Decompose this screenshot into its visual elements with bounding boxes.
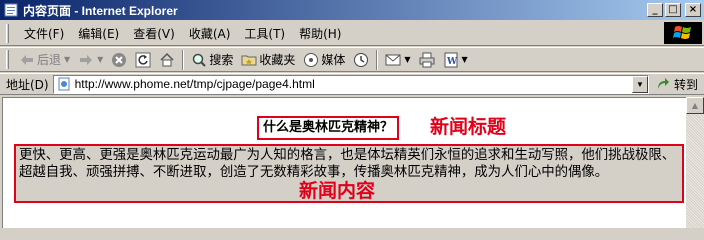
word-document-icon: W [443, 52, 459, 68]
mail-button[interactable]: ▼ [381, 49, 414, 71]
history-icon [353, 52, 369, 68]
page-icon [3, 2, 19, 18]
chevron-down-icon[interactable]: ▼ [97, 55, 103, 64]
back-label: 后退 [37, 53, 62, 67]
back-arrow-icon [19, 52, 35, 68]
chevron-down-icon[interactable]: ▼ [631, 75, 648, 93]
toolbar-grip[interactable] [6, 23, 9, 43]
chevron-down-icon[interactable]: ▼ [64, 55, 70, 64]
back-button[interactable]: 后退 ▼ [15, 49, 74, 71]
page-icon [56, 76, 72, 92]
maximize-button[interactable]: □ [665, 3, 681, 17]
close-button[interactable]: × [685, 3, 701, 17]
menu-file[interactable]: 文件(F) [17, 23, 71, 44]
chevron-down-icon[interactable]: ▼ [404, 55, 410, 64]
svg-text:W: W [446, 57, 458, 67]
toolbar-separator [182, 49, 185, 70]
print-icon [419, 52, 435, 68]
go-arrow-icon [655, 76, 671, 92]
menu-bar: 文件(F) 编辑(E) 查看(V) 收藏(A) 工具(T) 帮助(H) [0, 21, 704, 46]
toolbar-separator [376, 49, 379, 70]
media-label: 媒体 [321, 53, 346, 67]
print-button[interactable] [415, 49, 439, 71]
go-button[interactable]: 转到 [649, 76, 704, 93]
history-button[interactable] [349, 49, 373, 71]
home-button[interactable] [155, 49, 179, 71]
media-button[interactable]: 媒体 [299, 49, 349, 71]
media-icon [303, 52, 319, 68]
menu-help[interactable]: 帮助(H) [292, 23, 348, 44]
favorites-folder-icon [241, 52, 257, 68]
favorites-button[interactable]: 收藏夹 [237, 49, 299, 71]
mail-icon [385, 52, 401, 68]
page-content: 什么是奥林匹克精神？ 新闻标题 更快、更高、更强是奥林匹克运动最广为人知的格言，… [2, 97, 686, 228]
standard-toolbar: 后退 ▼ ▼ 搜索 收藏夹 媒体 ▼ W ▼ [0, 47, 704, 72]
menu-view[interactable]: 查看(V) [126, 23, 182, 44]
address-label: 地址(D) [6, 77, 49, 92]
window-titlebar[interactable]: 内容页面 - Internet Explorer _ □ × [0, 0, 704, 20]
favorites-label: 收藏夹 [259, 53, 296, 67]
title-annotation: 新闻标题 [430, 116, 507, 138]
vertical-scrollbar[interactable]: ▲ [686, 97, 704, 228]
scroll-up-button[interactable]: ▲ [686, 97, 704, 114]
minimize-button[interactable]: _ [647, 3, 663, 17]
refresh-icon [135, 52, 151, 68]
search-icon [191, 52, 207, 68]
stop-button[interactable] [107, 49, 131, 71]
address-input[interactable]: http://www.phome.net/tmp/cjpage/page4.ht… [52, 74, 649, 94]
body-annotation: 新闻内容 [299, 180, 376, 202]
refresh-button[interactable] [131, 49, 155, 71]
menu-edit[interactable]: 编辑(E) [71, 23, 126, 44]
window-title: 内容页面 - Internet Explorer [23, 3, 178, 18]
edit-button[interactable]: W ▼ [439, 49, 472, 71]
toolbar-grip[interactable] [6, 50, 9, 69]
address-bar: 地址(D) http://www.phome.net/tmp/cjpage/pa… [0, 73, 704, 95]
windows-logo-icon [664, 22, 702, 44]
forward-button[interactable]: ▼ [74, 49, 107, 71]
news-title: 什么是奥林匹克精神？ [257, 116, 400, 140]
go-label: 转到 [673, 77, 698, 92]
menu-favorites[interactable]: 收藏(A) [182, 23, 238, 44]
search-label: 搜索 [209, 53, 234, 67]
search-button[interactable]: 搜索 [187, 49, 237, 71]
address-url[interactable]: http://www.phome.net/tmp/cjpage/page4.ht… [75, 77, 632, 91]
chevron-down-icon[interactable]: ▼ [462, 55, 468, 64]
stop-icon [111, 52, 127, 68]
forward-arrow-icon [78, 52, 94, 68]
home-icon [159, 52, 175, 68]
menu-tools[interactable]: 工具(T) [237, 23, 292, 44]
